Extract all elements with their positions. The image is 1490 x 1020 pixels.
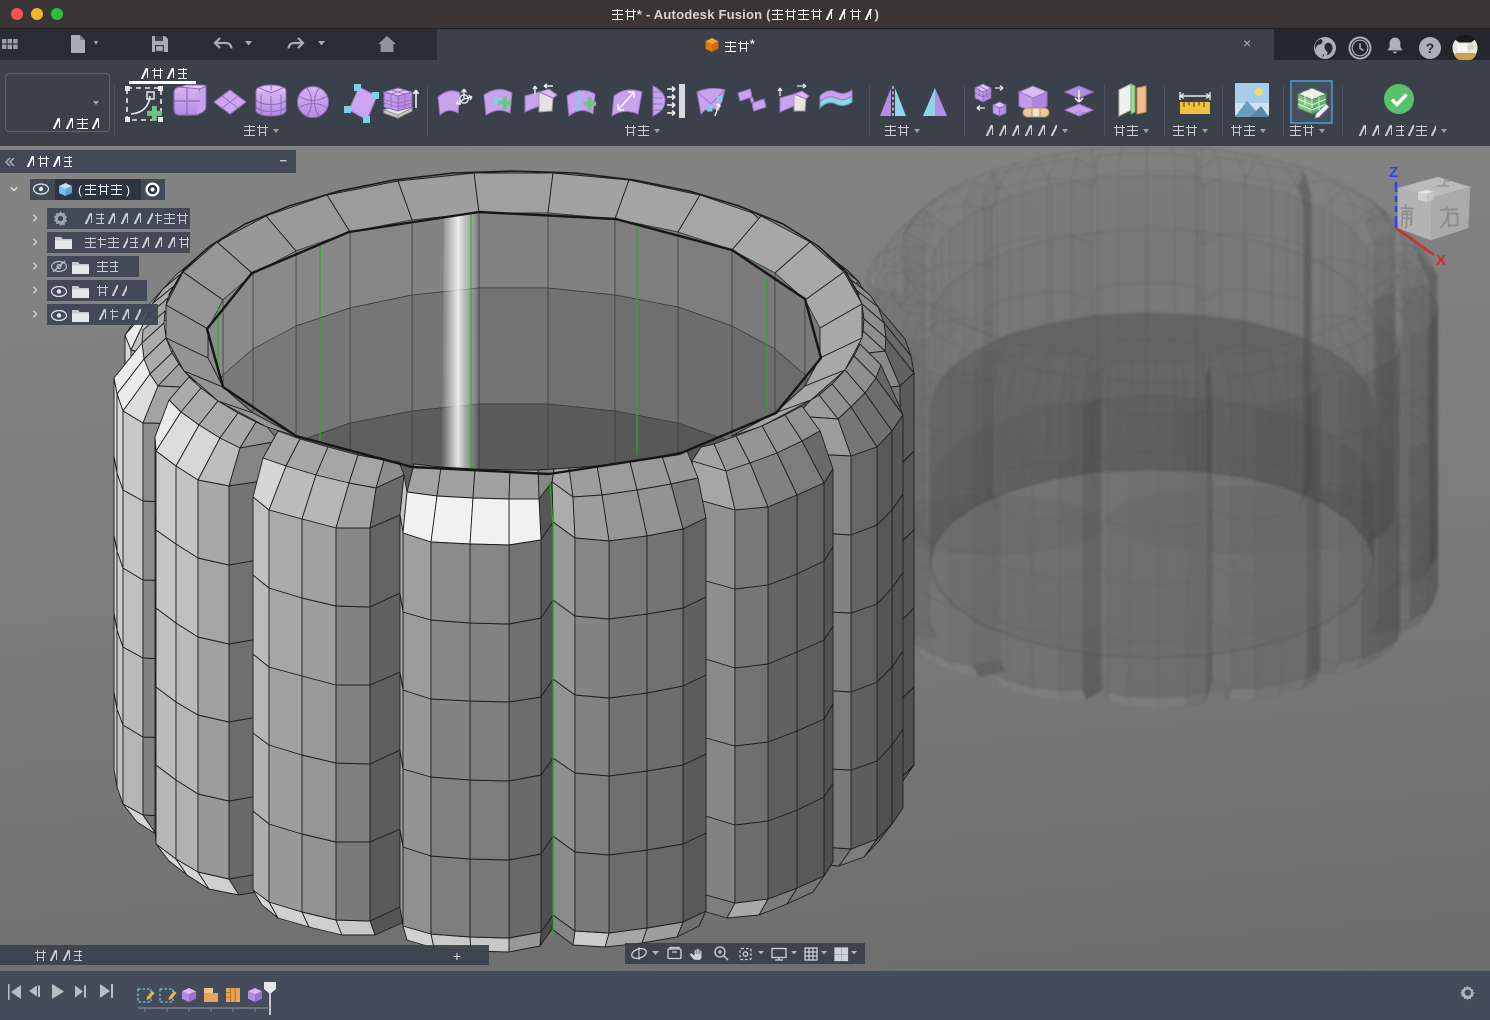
svg-text:Z: Z — [1389, 164, 1398, 181]
svg-text:X: X — [1436, 252, 1446, 268]
svg-text:?: ? — [1426, 40, 1435, 56]
